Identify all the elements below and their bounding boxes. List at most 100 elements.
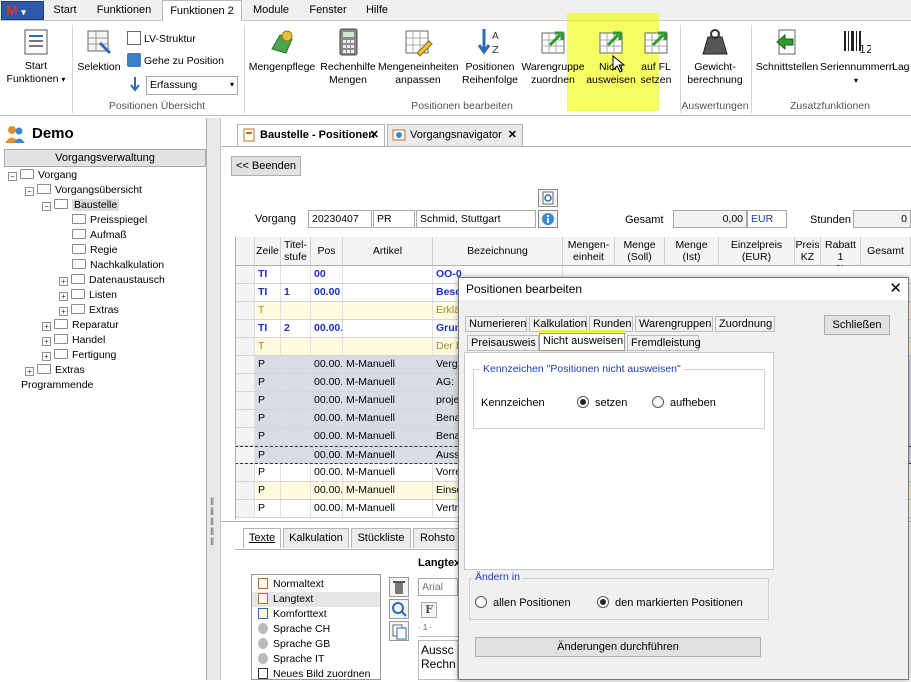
- tree-item[interactable]: + Fertigung: [4, 348, 204, 363]
- tree-expander-icon[interactable]: +: [25, 367, 34, 376]
- radio-markierten-indicator[interactable]: [597, 596, 609, 608]
- cell-artikel[interactable]: [343, 302, 433, 319]
- col-header-artikel[interactable]: Artikel: [343, 237, 433, 266]
- tree-expander-icon[interactable]: +: [42, 337, 51, 346]
- menu-tab-funktionen-2[interactable]: Funktionen 2: [162, 0, 242, 22]
- schliessen-button[interactable]: Schließen: [824, 315, 890, 335]
- tree-item[interactable]: + Handel: [4, 333, 204, 348]
- cell-pos[interactable]: [311, 338, 343, 355]
- cell-stufe[interactable]: [281, 464, 311, 481]
- cell-stufe[interactable]: [281, 482, 311, 499]
- cell-pos[interactable]: 00.00.: [311, 356, 343, 373]
- font-select[interactable]: Arial: [418, 578, 458, 596]
- dialog-tab-preisausweis[interactable]: Preisausweis: [467, 335, 539, 351]
- col-header-menge-soll[interactable]: Menge (Soll): [615, 237, 665, 266]
- lv-struktur-button[interactable]: LV-Struktur: [127, 31, 196, 48]
- vorgang-typ-field[interactable]: PR: [373, 210, 415, 228]
- row-header[interactable]: [235, 410, 255, 427]
- tree-item[interactable]: + Extras: [4, 363, 204, 378]
- cell-stufe[interactable]: [281, 302, 311, 319]
- cell-stufe[interactable]: 2: [281, 320, 311, 337]
- cell-pos[interactable]: 00.00.: [311, 392, 343, 409]
- row-header[interactable]: [235, 392, 255, 409]
- cell-artikel[interactable]: M-Manuell: [343, 356, 433, 373]
- dialog-tab-fremdleistung[interactable]: Fremdleistung: [627, 335, 701, 351]
- cell-zeile[interactable]: P: [255, 447, 281, 463]
- cell-stufe[interactable]: [281, 266, 311, 283]
- cell-artikel[interactable]: M-Manuell: [343, 500, 433, 517]
- row-header[interactable]: [235, 482, 255, 499]
- menu-tab-start[interactable]: Start: [44, 0, 86, 21]
- tree-expander-icon[interactable]: −: [8, 172, 17, 181]
- selektion-button[interactable]: Selektion: [76, 27, 122, 95]
- erfassung-select[interactable]: Erfassung ▾: [146, 76, 238, 95]
- delete-button[interactable]: [389, 577, 409, 597]
- cell-pos[interactable]: 00.00.: [311, 410, 343, 427]
- cell-zeile[interactable]: TI: [255, 284, 281, 301]
- tree-item[interactable]: Nachkalkulation: [4, 258, 204, 273]
- col-header-zeile[interactable]: Zeile: [255, 237, 281, 266]
- tree-expander-icon[interactable]: +: [59, 292, 68, 301]
- row-header[interactable]: [235, 302, 255, 319]
- radio-allen-indicator[interactable]: [475, 596, 487, 608]
- tree-item[interactable]: + Listen: [4, 288, 204, 303]
- col-header-einzelpreis[interactable]: Einzelpreis (EUR): [719, 237, 795, 266]
- app-menu-button[interactable]: M ▾: [1, 1, 44, 20]
- tree-item[interactable]: + Extras: [4, 303, 204, 318]
- nicht-ausweisen-button[interactable]: Nicht ausweisen: [586, 27, 636, 95]
- vorgangsverwaltung-header[interactable]: Vorgangsverwaltung: [4, 149, 206, 167]
- col-header-preiskz[interactable]: Preis KZ: [795, 237, 821, 266]
- print-preview-button[interactable]: [538, 189, 558, 207]
- aenderungen-durchfuehren-button[interactable]: Änderungen durchführen: [475, 637, 761, 657]
- row-header[interactable]: [235, 374, 255, 391]
- tree-expander-icon[interactable]: +: [42, 352, 51, 361]
- col-header-mengeneinheit[interactable]: Mengen-einheit: [563, 237, 615, 266]
- row-header[interactable]: [235, 356, 255, 373]
- cell-pos[interactable]: [311, 302, 343, 319]
- radio-aufheben[interactable]: aufheben: [652, 396, 716, 409]
- mengeneinheiten-anpassen-button[interactable]: Mengeneinheiten anpassen: [378, 27, 459, 95]
- radio-setzen-indicator[interactable]: [577, 396, 589, 408]
- vorgang-nr-field[interactable]: 20230407: [308, 210, 372, 228]
- col-header-menge-ist[interactable]: Menge (Ist): [665, 237, 719, 266]
- cell-stufe[interactable]: [281, 428, 311, 445]
- row-header[interactable]: [235, 266, 255, 283]
- menu-tab-fenster[interactable]: Fenster: [300, 0, 356, 21]
- tree-expander-icon[interactable]: +: [59, 307, 68, 316]
- warengruppe-zuordnen-button[interactable]: Warengruppe zuordnen: [520, 27, 586, 95]
- cell-artikel[interactable]: M-Manuell: [343, 464, 433, 481]
- cell-zeile[interactable]: P: [255, 464, 281, 481]
- row-header[interactable]: [235, 428, 255, 445]
- langtext-editor[interactable]: Aussc Rechn: [418, 640, 458, 680]
- dialog-tab-zuordnung[interactable]: Zuordnung: [715, 316, 775, 332]
- row-header[interactable]: [235, 320, 255, 337]
- cell-zeile[interactable]: T: [255, 302, 281, 319]
- cell-artikel[interactable]: [343, 266, 433, 283]
- tab-texte[interactable]: Texte: [243, 528, 281, 548]
- search-text-button[interactable]: [389, 599, 409, 619]
- tree-item[interactable]: Preisspiegel: [4, 213, 204, 228]
- tree-expander-icon[interactable]: +: [42, 322, 51, 331]
- cell-artikel[interactable]: M-Manuell: [343, 428, 433, 445]
- gewichtberechnung-button[interactable]: Gewicht- berechnung: [684, 27, 746, 95]
- cell-artikel[interactable]: [343, 320, 433, 337]
- panel-splitter[interactable]: ‖ ‖ ‖ ‖ ‖: [207, 118, 221, 680]
- cell-stufe[interactable]: [281, 447, 311, 463]
- beenden-button[interactable]: << Beenden: [231, 156, 301, 176]
- cell-stufe[interactable]: [281, 392, 311, 409]
- tab-baustelle-positionen[interactable]: Baustelle - Positionen ✕: [237, 124, 385, 146]
- auf-fl-setzen-button[interactable]: auf FL setzen: [638, 27, 674, 95]
- cell-pos[interactable]: 00.00.: [311, 428, 343, 445]
- cell-pos[interactable]: 00.00.: [311, 374, 343, 391]
- tree-item[interactable]: + Datenaustausch: [4, 273, 204, 288]
- menu-tab-funktionen[interactable]: Funktionen: [86, 0, 162, 21]
- cell-artikel[interactable]: M-Manuell: [343, 482, 433, 499]
- tree-expander-icon[interactable]: −: [42, 202, 51, 211]
- cell-zeile[interactable]: P: [255, 356, 281, 373]
- row-header[interactable]: [235, 284, 255, 301]
- tree-item[interactable]: − Baustelle: [4, 198, 204, 213]
- cell-stufe[interactable]: [281, 356, 311, 373]
- cell-stufe[interactable]: [281, 374, 311, 391]
- gehe-zu-position-button[interactable]: Gehe zu Position: [127, 53, 224, 70]
- menu-tab-hilfe[interactable]: Hilfe: [356, 0, 398, 21]
